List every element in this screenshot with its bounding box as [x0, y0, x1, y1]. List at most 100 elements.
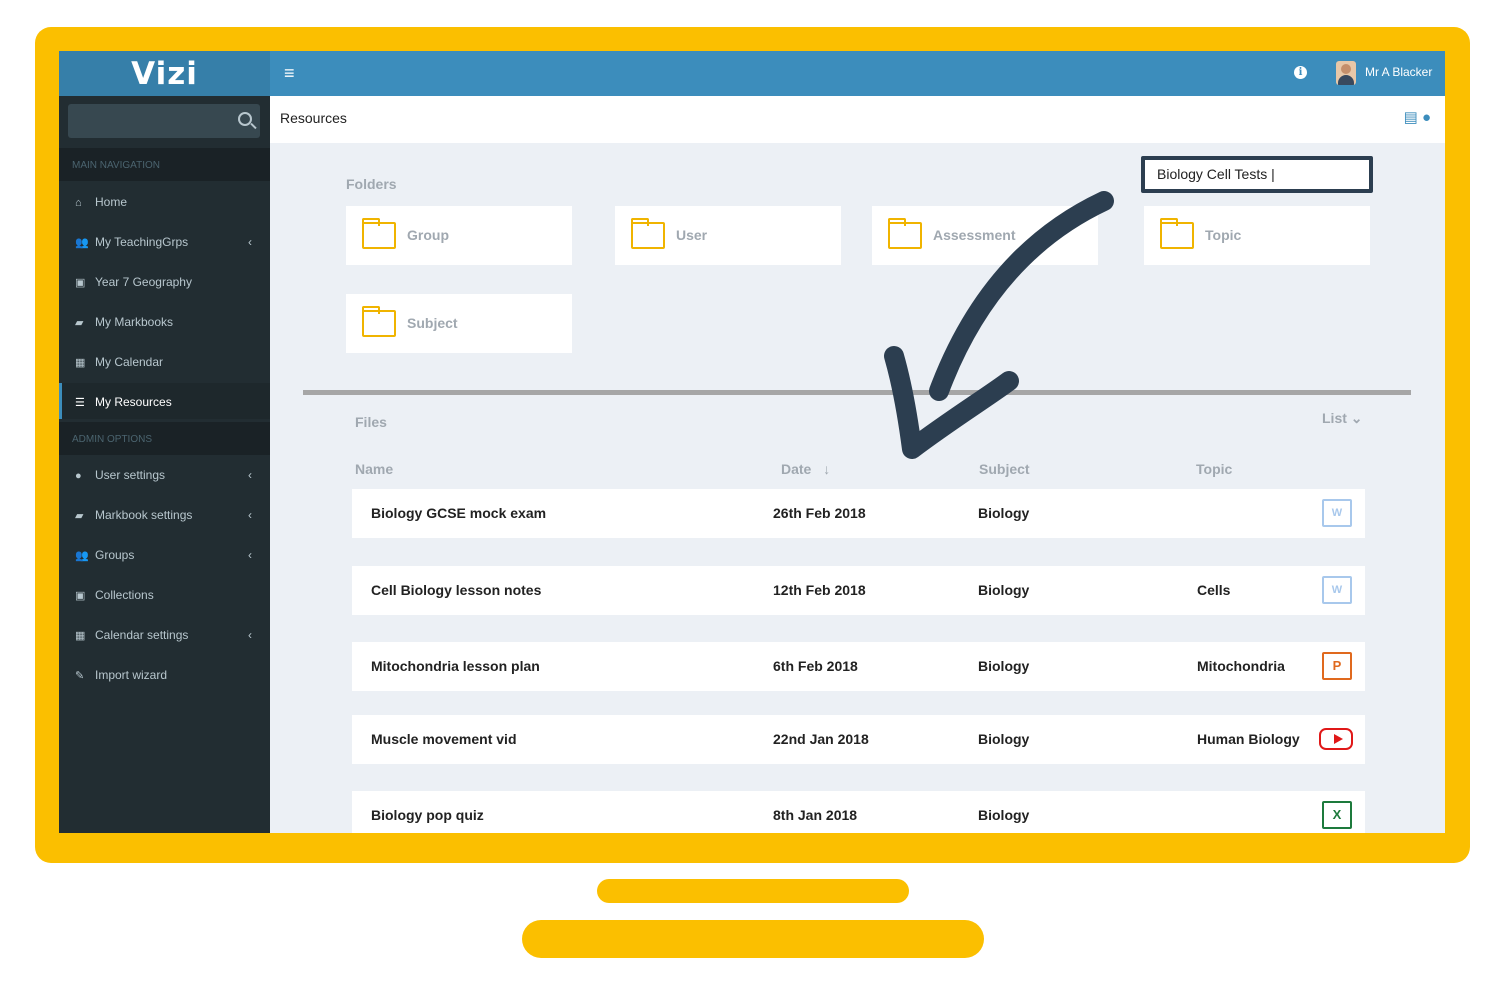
folder-name: User	[676, 227, 708, 243]
cell-date: 26th Feb 2018	[773, 505, 866, 521]
image-icon: ▣	[75, 277, 86, 289]
book-icon: ▰	[75, 317, 84, 329]
column-header-date[interactable]: Date ↓	[781, 461, 830, 477]
sidebar-item-label: Import wizard	[95, 668, 168, 682]
sidebar-item-my-calendar[interactable]: ▦ My Calendar	[59, 343, 270, 379]
column-header-name[interactable]: Name	[355, 461, 393, 477]
folder-icon	[1160, 218, 1194, 249]
folder-icon	[362, 306, 396, 337]
cell-date: 22nd Jan 2018	[773, 731, 869, 747]
view-toggle-label: List	[1322, 410, 1347, 426]
avatar[interactable]	[1336, 61, 1356, 85]
image-icon: ▣	[75, 590, 86, 602]
sidebar-item-home[interactable]: ⌂ Home	[59, 183, 270, 219]
book-icon: ▰	[75, 510, 84, 522]
cell-name: Cell Biology lesson notes	[371, 582, 542, 598]
column-header-subject[interactable]: Subject	[979, 461, 1030, 477]
folder-user[interactable]: User	[615, 206, 841, 265]
sidebar-item-user-settings[interactable]: ● User settings ‹	[59, 456, 270, 492]
sidebar-item-my-teachinggrps[interactable]: 👥 My TeachingGrps ‹	[59, 223, 270, 259]
monitor-stand-neck	[597, 879, 909, 903]
sidebar-item-label: Collections	[95, 588, 154, 602]
cell-name: Muscle movement vid	[371, 731, 517, 747]
sidebar-item-label: My Markbooks	[95, 315, 174, 329]
users-icon: 👥	[75, 550, 89, 562]
table-row[interactable]: Cell Biology lesson notes 12th Feb 2018 Bi…	[352, 566, 1365, 615]
folder-name: Group	[407, 227, 449, 243]
folder-assessment[interactable]: Assessment	[872, 206, 1098, 265]
top-navbar: ≡ i Mr A Blacker	[270, 51, 1445, 96]
sidebar-item-import-wizard[interactable]: ✎ Import wizard	[59, 656, 270, 692]
sidebar-item-my-markbooks[interactable]: ▰ My Markbooks	[59, 303, 270, 339]
cell-topic: Human Biology	[1197, 731, 1300, 747]
user-name[interactable]: Mr A Blacker	[1365, 65, 1432, 79]
sidebar-item-collections[interactable]: ▣ Collections	[59, 576, 270, 612]
files-label: Files	[355, 414, 387, 430]
view-toggle[interactable]: List ⌄	[1322, 410, 1363, 427]
hamburger-icon[interactable]: ≡	[284, 63, 295, 84]
sidebar-item-label: Calendar settings	[95, 628, 189, 642]
admin-nav-header: ADMIN OPTIONS	[59, 422, 270, 455]
chevron-left-icon: ‹	[248, 628, 252, 642]
column-header-topic[interactable]: Topic	[1196, 461, 1232, 477]
folder-icon	[888, 218, 922, 249]
page-title: Resources	[280, 110, 347, 126]
word-file-icon: W	[1322, 576, 1352, 604]
table-row[interactable]: Biology pop quiz 8th Jan 2018 Biology X	[352, 791, 1365, 833]
calendar-icon: ▦	[75, 630, 86, 642]
chevron-left-icon: ‹	[248, 468, 252, 482]
sidebar-item-groups[interactable]: 👥 Groups ‹	[59, 536, 270, 572]
sidebar-item-label: Year 7 Geography	[95, 275, 192, 289]
cell-subject: Biology	[978, 731, 1030, 747]
sidebar-item-label: My Resources	[95, 395, 172, 409]
sidebar-item-calendar-settings[interactable]: ▦ Calendar settings ‹	[59, 616, 270, 652]
folder-group[interactable]: Group	[346, 206, 572, 265]
search-icon[interactable]	[238, 112, 252, 126]
word-file-icon: W	[1322, 499, 1352, 527]
resource-search-input[interactable]: Biology Cell Tests |	[1141, 156, 1373, 193]
cell-date: 6th Feb 2018	[773, 658, 858, 674]
excel-file-icon: X	[1322, 801, 1352, 829]
cell-date: 8th Jan 2018	[773, 807, 858, 823]
content-header: Resources ▤ ●	[270, 96, 1445, 143]
cell-subject: Biology	[978, 807, 1030, 823]
chevron-left-icon: ‹	[248, 235, 252, 249]
header-icons: ▤ ●	[1404, 108, 1431, 126]
home-icon: ⌂	[75, 197, 82, 209]
folder-icon	[362, 218, 396, 249]
folders-label: Folders	[346, 176, 397, 192]
folder-name: Subject	[407, 315, 458, 331]
folder-topic[interactable]: Topic	[1144, 206, 1370, 265]
section-divider	[303, 390, 1411, 395]
sidebar-item-label: Home	[95, 195, 128, 209]
table-row[interactable]: Muscle movement vid 22nd Jan 2018 Biology H…	[352, 715, 1365, 764]
sort-down-arrow-icon: ↓	[823, 461, 831, 477]
cell-topic: Cells	[1197, 582, 1231, 598]
comment-icon[interactable]: ●	[1422, 109, 1431, 126]
wand-icon: ✎	[75, 670, 85, 682]
monitor-stand-base	[522, 920, 984, 958]
table-row[interactable]: Mitochondria lesson plan 6th Feb 2018 Biol…	[352, 642, 1365, 691]
cell-subject: Biology	[978, 505, 1030, 521]
table-row[interactable]: Biology GCSE mock exam 26th Feb 2018 Biolo…	[352, 489, 1365, 538]
sidebar-item-markbook-settings[interactable]: ▰ Markbook settings ‹	[59, 496, 270, 532]
book-icon[interactable]: ▤	[1404, 109, 1418, 126]
sidebar-item-label: My TeachingGrps	[95, 235, 189, 249]
sidebar-item-label: Markbook settings	[95, 508, 193, 522]
sidebar-search-input[interactable]	[68, 104, 260, 138]
sidebar-item-label: My Calendar	[95, 355, 164, 369]
folder-name: Topic	[1205, 227, 1242, 243]
app-screen: Vizi ≡ i Mr A Blacker MAIN NAVIGATION ⌂ H…	[59, 51, 1445, 833]
folder-subject[interactable]: Subject	[346, 294, 572, 353]
sidebar-item-label: User settings	[95, 468, 166, 482]
folder-name: Assessment	[933, 227, 1016, 243]
sidebar-item-year-7-geography[interactable]: ▣ Year 7 Geography	[59, 263, 270, 299]
cell-subject: Biology	[978, 582, 1030, 598]
app-logo[interactable]: Vizi	[59, 51, 270, 96]
info-icon[interactable]: i	[1294, 66, 1307, 79]
chevron-left-icon: ‹	[248, 548, 252, 562]
users-icon: 👥	[75, 237, 89, 249]
cell-name: Mitochondria lesson plan	[371, 658, 540, 674]
sidebar-item-my-resources[interactable]: ☰ My Resources	[59, 383, 270, 419]
folder-icon	[631, 218, 665, 249]
